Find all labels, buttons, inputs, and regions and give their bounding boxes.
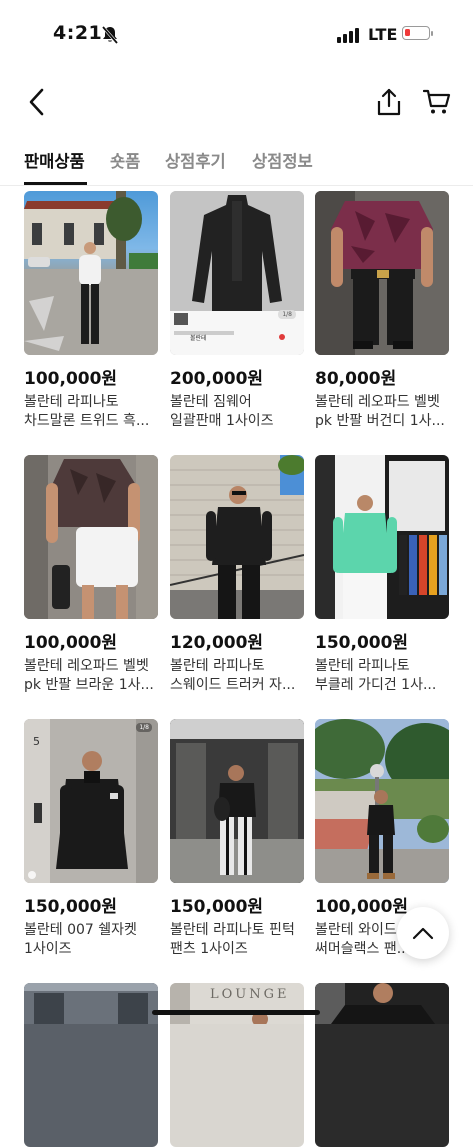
active-tab-indicator bbox=[24, 182, 87, 185]
product-price: 150,000원 bbox=[170, 897, 264, 917]
tab-products[interactable]: 판매상품 bbox=[24, 148, 85, 172]
battery-icon bbox=[402, 26, 430, 40]
share-icon[interactable] bbox=[376, 88, 402, 116]
tab-shortform[interactable]: 숏폼 bbox=[110, 148, 140, 172]
product-image[interactable]: 1/8 5 bbox=[24, 719, 158, 883]
product-card[interactable]: 100,000원 볼란테 레오파드 벨벳 pk 반팔 브라운 1사... bbox=[24, 455, 158, 695]
product-title: 볼란테 레오파드 벨벳 pk 반팔 브라운 1사... bbox=[24, 658, 154, 693]
product-card[interactable]: 150,000원 볼란테 라피나토 부클레 가디건 1사... bbox=[315, 455, 449, 695]
product-price: 150,000원 bbox=[315, 633, 409, 653]
bell-off-icon bbox=[101, 26, 119, 44]
scroll-to-top-button[interactable] bbox=[397, 907, 449, 959]
door-number: 5 bbox=[33, 735, 40, 748]
product-price: 100,000원 bbox=[24, 633, 118, 653]
product-card[interactable] bbox=[315, 983, 449, 1147]
product-image[interactable] bbox=[170, 719, 304, 883]
cart-icon[interactable] bbox=[423, 89, 451, 115]
product-title: 볼란테 라피나토 부클레 가디건 1사... bbox=[315, 658, 437, 693]
product-image[interactable] bbox=[24, 983, 158, 1147]
product-card[interactable] bbox=[24, 983, 158, 1147]
image-page-indicator: 1/8 bbox=[278, 310, 296, 319]
product-card[interactable]: 120,000원 볼란테 라피나토 스웨이드 트러커 자... bbox=[170, 455, 304, 695]
image-seller-label: 볼란테 bbox=[190, 335, 207, 342]
chevron-left-icon[interactable] bbox=[26, 86, 50, 118]
product-image[interactable] bbox=[24, 455, 158, 619]
image-badge: 1/8 bbox=[136, 723, 152, 732]
tab-reviews[interactable]: 상점후기 bbox=[165, 148, 226, 172]
product-card[interactable]: 150,000원 볼란테 라피나토 핀턱 팬츠 1사이즈 bbox=[170, 719, 304, 959]
product-price: 200,000원 bbox=[170, 369, 264, 389]
product-title: 볼란테 레오파드 벨벳 pk 반팔 버건디 1사... bbox=[315, 394, 445, 429]
product-image[interactable]: LOUNGE bbox=[170, 983, 304, 1147]
product-title: 볼란테 007 쉘자켓 1사이즈 bbox=[24, 922, 137, 957]
tab-bar: 판매상품 숏폼 상점후기 상점정보 bbox=[0, 140, 473, 186]
home-indicator[interactable] bbox=[152, 1010, 320, 1015]
product-image[interactable] bbox=[24, 191, 158, 355]
status-time: 4:21 bbox=[53, 22, 103, 44]
product-price: 100,000원 bbox=[24, 369, 118, 389]
status-bar: 4:21 LTE bbox=[0, 0, 473, 70]
product-card[interactable]: 1/8 볼란테 200,000원 볼란테 짐웨어 일괄판매 1사이즈 bbox=[170, 191, 304, 431]
product-price: 120,000원 bbox=[170, 633, 264, 653]
product-image[interactable] bbox=[315, 455, 449, 619]
product-card[interactable]: 80,000원 볼란테 레오파드 벨벳 pk 반팔 버건디 1사... bbox=[315, 191, 449, 431]
product-card[interactable]: 1/8 5 150,000원 볼란테 007 쉘자켓 1사이즈 bbox=[24, 719, 158, 959]
product-price: 150,000원 bbox=[24, 897, 118, 917]
product-title: 볼란테 짐웨어 일괄판매 1사이즈 bbox=[170, 394, 274, 429]
chevron-up-icon bbox=[412, 927, 434, 940]
product-image[interactable]: 1/8 볼란테 bbox=[170, 191, 304, 355]
network-label: LTE bbox=[368, 25, 398, 44]
product-image[interactable] bbox=[170, 455, 304, 619]
product-image[interactable] bbox=[315, 191, 449, 355]
product-card[interactable]: LOUNGE bbox=[170, 983, 304, 1147]
product-title: 볼란테 라피나토 핀턱 팬츠 1사이즈 bbox=[170, 922, 295, 957]
product-title: 볼란테 라피나토 스웨이드 트러커 자... bbox=[170, 658, 296, 693]
product-title: 볼란테 라피나토 차드말론 트위드 흑... bbox=[24, 394, 150, 429]
product-image[interactable] bbox=[315, 983, 449, 1147]
product-card[interactable]: 100,000원 볼란테 라피나토 차드말론 트위드 흑... bbox=[24, 191, 158, 431]
nav-bar bbox=[0, 80, 473, 124]
image-sign-text: LOUNGE bbox=[210, 987, 290, 1002]
battery-cap bbox=[431, 31, 433, 36]
product-image[interactable] bbox=[315, 719, 449, 883]
product-price: 80,000원 bbox=[315, 369, 397, 389]
signal-icon bbox=[337, 27, 359, 43]
tab-store-info[interactable]: 상점정보 bbox=[252, 148, 313, 172]
